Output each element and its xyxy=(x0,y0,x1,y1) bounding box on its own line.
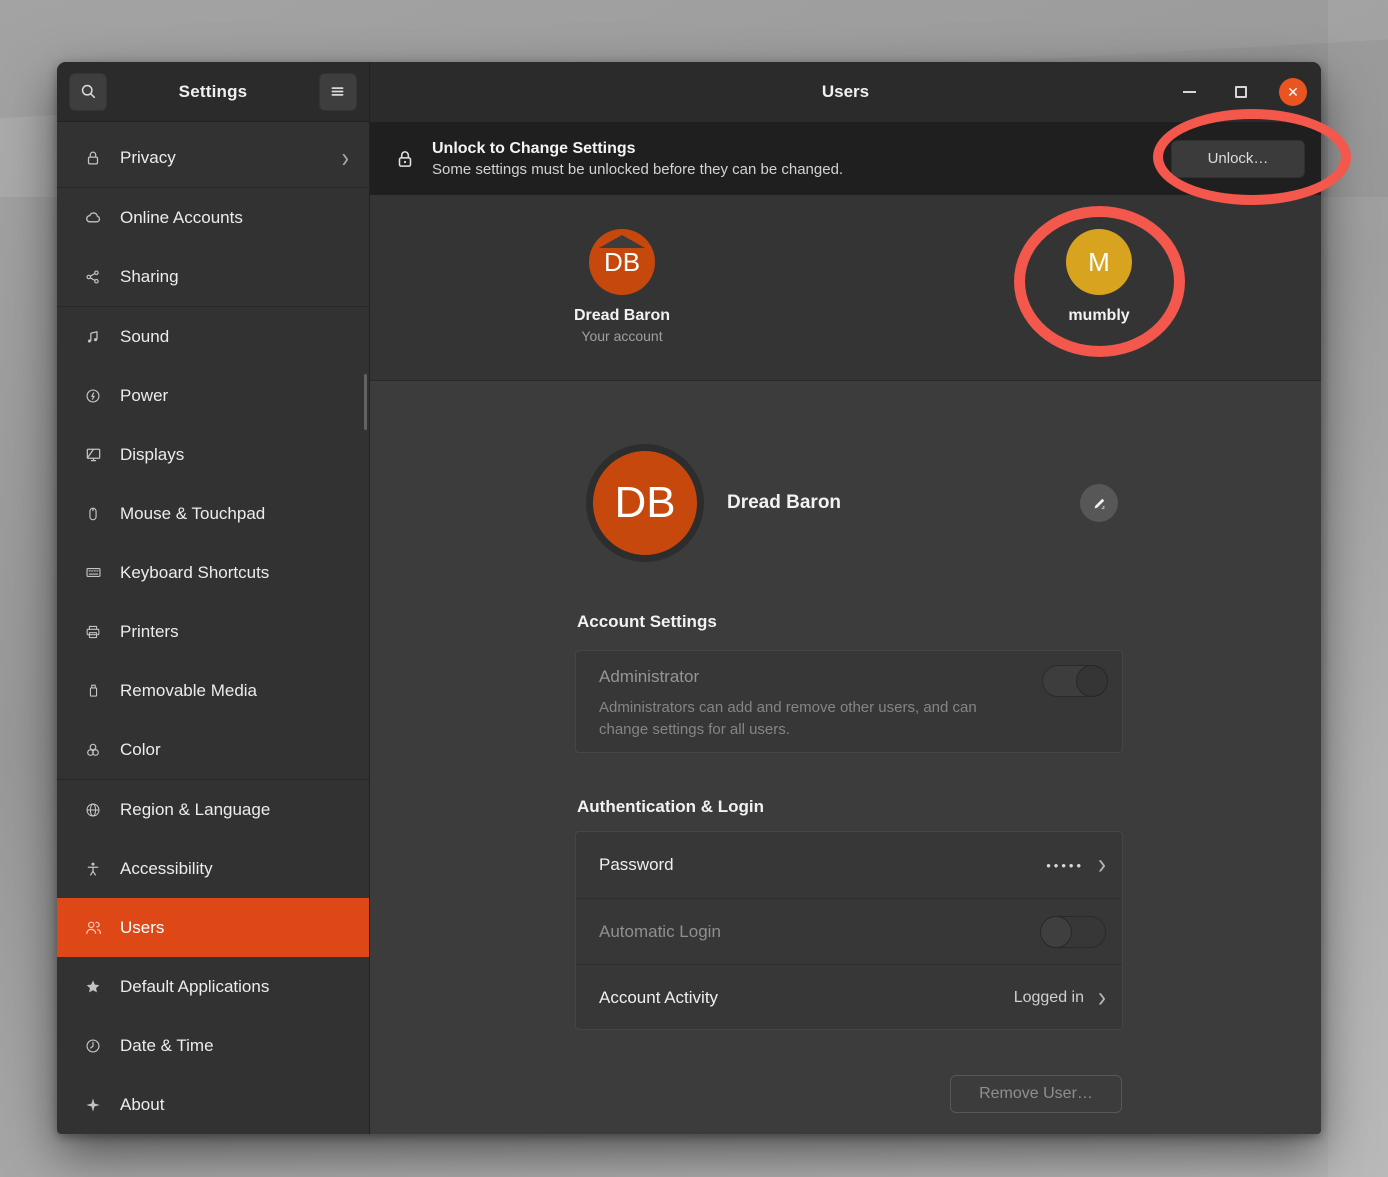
administrator-description: Administrators can add and remove other … xyxy=(599,697,1029,741)
sidebar-item-printers[interactable]: Printers xyxy=(57,602,369,661)
star-icon xyxy=(83,977,103,997)
mouse-icon xyxy=(83,504,103,524)
sidebar-item-sound[interactable]: Sound xyxy=(57,307,369,366)
hamburger-icon xyxy=(329,83,346,100)
automatic-login-row: Automatic Login xyxy=(576,898,1122,964)
user-carousel: DB Dread Baron Your account M mumbly xyxy=(370,195,1321,381)
minimize-icon xyxy=(1183,91,1196,93)
chevron-right-icon: › xyxy=(1098,983,1106,1012)
account-activity-row[interactable]: Account Activity Logged in › xyxy=(576,964,1122,1030)
color-circles-icon xyxy=(83,740,103,760)
user-subtitle: Your account xyxy=(581,328,662,344)
password-row[interactable]: Password ••••• › xyxy=(576,832,1122,898)
sidebar-item-region-language[interactable]: Region & Language xyxy=(57,780,369,839)
user-detail: DB Dread Baron Account Settings Administ… xyxy=(370,381,1321,1134)
toggle-knob xyxy=(1076,665,1108,697)
minimize-button[interactable] xyxy=(1175,78,1203,106)
power-icon xyxy=(83,386,103,406)
sidebar-item-accessibility[interactable]: Accessibility xyxy=(57,839,369,898)
sparkle-icon xyxy=(83,1095,103,1115)
chevron-right-icon: › xyxy=(342,144,349,172)
sidebar-item-about[interactable]: About xyxy=(57,1075,369,1134)
panel-title: Users xyxy=(822,82,869,102)
section-title-account-settings: Account Settings xyxy=(577,612,717,632)
unlock-banner: Unlock to Change Settings Some settings … xyxy=(370,122,1321,195)
sidebar-item-displays[interactable]: Displays xyxy=(57,425,369,484)
maximize-button[interactable] xyxy=(1227,78,1255,106)
edit-name-button[interactable] xyxy=(1080,484,1118,522)
cloud-icon xyxy=(83,208,103,228)
profile-avatar[interactable]: DB xyxy=(593,451,697,555)
carousel-user-mumbly[interactable]: M mumbly xyxy=(1019,229,1179,325)
unlock-title: Unlock to Change Settings xyxy=(432,140,1171,158)
lock-icon xyxy=(394,148,416,170)
sidebar-scrollbar-thumb[interactable] xyxy=(364,374,367,430)
automatic-login-toggle[interactable] xyxy=(1040,916,1106,948)
sidebar-item-users[interactable]: Users xyxy=(57,898,369,957)
sidebar-item-power[interactable]: Power xyxy=(57,366,369,425)
usb-drive-icon xyxy=(83,681,103,701)
window-controls: ✕ xyxy=(1175,62,1307,122)
account-activity-value: Logged in xyxy=(1014,989,1084,1007)
sidebar-item-online-accounts[interactable]: Online Accounts xyxy=(57,188,369,247)
sidebar: Settings Privacy › Online Accounts Shari… xyxy=(57,62,370,1134)
auth-login-card: Password ••••• › Automatic Login Account… xyxy=(575,831,1123,1030)
desktop-wallpaper-shape xyxy=(1328,0,1388,1177)
users-icon xyxy=(83,918,103,938)
user-name: Dread Baron xyxy=(574,307,670,325)
administrator-toggle[interactable] xyxy=(1042,665,1108,697)
sidebar-item-default-applications[interactable]: Default Applications xyxy=(57,957,369,1016)
sidebar-item-keyboard-shortcuts[interactable]: Keyboard Shortcuts xyxy=(57,543,369,602)
account-settings-card: Administrator Administrators can add and… xyxy=(575,650,1123,753)
sidebar-item-sharing[interactable]: Sharing xyxy=(57,247,369,306)
close-icon: ✕ xyxy=(1287,84,1299,101)
sidebar-item-privacy[interactable]: Privacy › xyxy=(57,128,369,187)
remove-user-button[interactable]: Remove User… xyxy=(950,1075,1122,1113)
password-dots: ••••• xyxy=(1046,858,1084,873)
settings-window: Settings Privacy › Online Accounts Shari… xyxy=(57,62,1321,1134)
sidebar-item-date-time[interactable]: Date & Time xyxy=(57,1016,369,1075)
clock-icon xyxy=(83,1036,103,1056)
sidebar-header: Settings xyxy=(57,62,369,122)
display-icon xyxy=(83,445,103,465)
pencil-icon xyxy=(1091,495,1108,512)
printer-icon xyxy=(83,622,103,642)
search-button[interactable] xyxy=(69,73,107,111)
unlock-subtitle: Some settings must be unlocked before th… xyxy=(432,161,1171,178)
sidebar-list: Privacy › Online Accounts Sharing Sound … xyxy=(57,122,369,1134)
administrator-label: Administrator xyxy=(599,667,699,687)
users-panel: Users ✕ Unlock to Change Settings Some s… xyxy=(370,62,1321,1134)
globe-icon xyxy=(83,800,103,820)
close-button[interactable]: ✕ xyxy=(1279,78,1307,106)
unlock-text: Unlock to Change Settings Some settings … xyxy=(432,140,1171,178)
toggle-knob xyxy=(1040,916,1072,948)
sidebar-item-removable-media[interactable]: Removable Media xyxy=(57,661,369,720)
share-icon xyxy=(83,267,103,287)
avatar: M xyxy=(1066,229,1132,295)
sidebar-title: Settings xyxy=(179,82,248,102)
maximize-icon xyxy=(1235,86,1247,98)
profile-name: Dread Baron xyxy=(727,492,841,514)
section-title-auth-login: Authentication & Login xyxy=(577,797,764,817)
user-name: mumbly xyxy=(1068,307,1129,325)
chevron-right-icon: › xyxy=(1098,851,1106,880)
sidebar-item-color[interactable]: Color xyxy=(57,720,369,779)
accessibility-icon xyxy=(83,859,103,879)
menu-button[interactable] xyxy=(319,73,357,111)
search-icon xyxy=(80,83,97,100)
titlebar: Users ✕ xyxy=(370,62,1321,122)
sidebar-item-mouse-touchpad[interactable]: Mouse & Touchpad xyxy=(57,484,369,543)
keyboard-icon xyxy=(83,563,103,583)
unlock-button[interactable]: Unlock… xyxy=(1171,140,1305,178)
sound-icon xyxy=(83,327,103,347)
lock-icon xyxy=(83,148,103,168)
